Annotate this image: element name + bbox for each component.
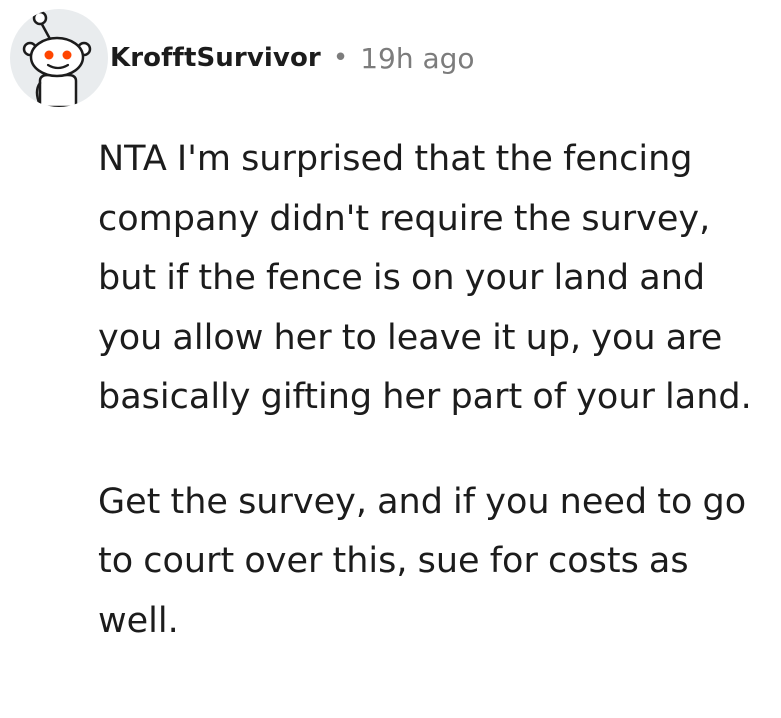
comment: KrofftSurvivor • 19h ago NTA I'm surpris…	[0, 0, 781, 718]
comment-timestamp[interactable]: 19h ago	[360, 42, 474, 75]
meta-separator: •	[332, 43, 349, 73]
comment-body: NTA I'm surprised that the fencing compa…	[98, 130, 768, 651]
comment-paragraph: Get the survey, and if you need to go to…	[98, 481, 747, 641]
reddit-snoo-avatar-icon	[22, 10, 92, 107]
comment-header: KrofftSurvivor • 19h ago	[10, 8, 475, 108]
author-username[interactable]: KrofftSurvivor	[110, 43, 321, 73]
user-avatar[interactable]	[10, 9, 108, 107]
comment-paragraph: NTA I'm surprised that the fencing compa…	[98, 139, 752, 417]
comment-meta: KrofftSurvivor • 19h ago	[110, 42, 475, 75]
